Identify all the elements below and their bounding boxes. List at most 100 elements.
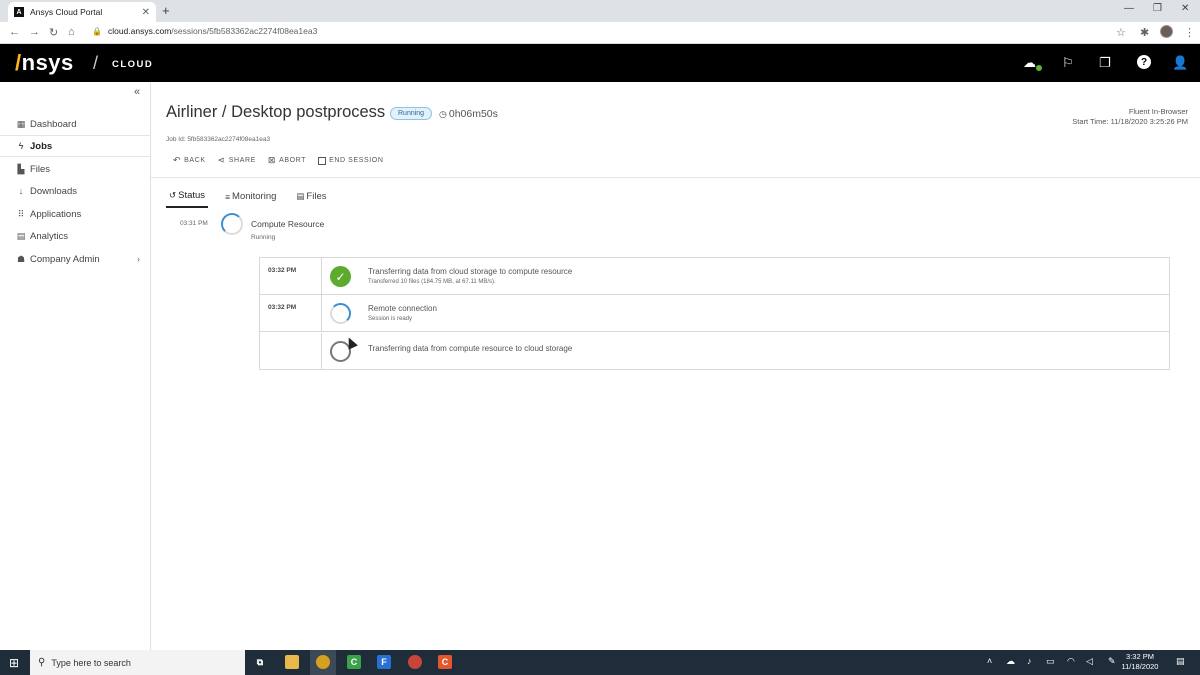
- home-icon[interactable]: ⌂: [68, 26, 75, 38]
- new-tab-button[interactable]: +: [162, 3, 170, 18]
- back-arrow-icon[interactable]: ←: [9, 26, 20, 38]
- taskbar-clock[interactable]: 3:32 PM 11/18/2020: [1120, 652, 1160, 672]
- substep-detail: Transferred 10 files (184.75 MB, at 67.1…: [368, 279, 496, 285]
- spinner-icon: [221, 213, 243, 235]
- clock-date: 11/18/2020: [1121, 662, 1159, 671]
- profile-avatar[interactable]: [1160, 25, 1173, 38]
- substep-title: Transferring data from compute resource …: [368, 344, 573, 353]
- job-id: Job Id: 5fb583362ac2274f08ea1ea3: [166, 136, 271, 143]
- share-button[interactable]: ⋖ SHARE: [218, 155, 256, 166]
- browser-tab[interactable]: A Ansys Cloud Portal ✕: [8, 2, 156, 22]
- substep-table: 03:32 PM ✓ Transferring data from cloud …: [259, 257, 1170, 370]
- product-name: CLOUD: [112, 59, 154, 70]
- url-field[interactable]: 🔒 cloud.ansys.com/sessions/5fb583362ac22…: [92, 26, 317, 36]
- spinner-icon: [330, 303, 351, 324]
- user-icon[interactable]: 👤: [1172, 55, 1188, 71]
- page-title: Airliner / Desktop postprocess: [166, 103, 386, 121]
- start-time: Start Time: 11/18/2020 3:25:26 PM: [1072, 117, 1188, 126]
- substep-row: 03:32 PM ✓ Transferring data from cloud …: [260, 258, 1169, 295]
- fluent-icon[interactable]: F: [377, 655, 391, 669]
- reload-icon[interactable]: ↻: [49, 26, 58, 39]
- download-icon: ↓: [18, 186, 24, 196]
- sidebar: « ▦ Dashboard ϟ Jobs ▙ Files ↓ Downloads…: [0, 82, 151, 650]
- forward-arrow-icon[interactable]: →: [29, 26, 40, 38]
- tab-monitoring[interactable]: ≡ Monitoring: [222, 190, 279, 208]
- notifications-icon[interactable]: ▤: [1176, 656, 1185, 667]
- sidebar-item-downloads[interactable]: ↓ Downloads: [0, 180, 150, 202]
- tab-files[interactable]: ▤ Files: [293, 190, 329, 208]
- sidebar-item-label: Files: [30, 163, 51, 175]
- step-name: Compute Resource: [251, 219, 325, 229]
- stop-icon: [318, 156, 327, 165]
- flag-icon[interactable]: ⚐: [1062, 55, 1074, 71]
- cloud-status-icon[interactable]: ☁: [1023, 55, 1036, 71]
- star-icon[interactable]: ☆: [1116, 26, 1126, 39]
- dashboard-icon: ▦: [16, 118, 26, 129]
- sidebar-item-dashboard[interactable]: ▦ Dashboard: [0, 113, 150, 135]
- main-content: Airliner / Desktop postprocess Running ◷…: [151, 82, 1200, 650]
- app-header: /nsys / CLOUD ☁ ⚐ ❐ ? 👤: [0, 44, 1200, 82]
- divider: [151, 177, 1200, 178]
- bolt-icon: ϟ: [18, 141, 24, 151]
- task-view-icon[interactable]: ⧉: [253, 655, 267, 669]
- substep-row: Transferring data from compute resource …: [260, 333, 1169, 370]
- microphone-icon[interactable]: ♪: [1027, 656, 1032, 666]
- abort-button[interactable]: ⊠ ABORT: [268, 155, 306, 166]
- chrome-icon[interactable]: [316, 655, 330, 669]
- taskbar: ⊞ ⚲ Type here to search ⧉ C F C ˄ ☁ ♪ ▭ …: [0, 650, 1200, 675]
- elapsed-time: ◷ 0h06m50s: [439, 108, 498, 120]
- action-bar: ↶ BACK ⋖ SHARE ⊠ ABORT END SESSION: [173, 155, 396, 166]
- camtasia-icon[interactable]: C: [347, 655, 361, 669]
- tab-status[interactable]: ↺ Status: [166, 190, 209, 208]
- recorder-icon[interactable]: C: [438, 655, 452, 669]
- minimize-icon[interactable]: —: [1124, 3, 1134, 14]
- search-placeholder: Type here to search: [51, 657, 131, 668]
- sidebar-item-jobs[interactable]: ϟ Jobs: [0, 135, 150, 157]
- file-explorer-icon[interactable]: [285, 655, 299, 669]
- back-button[interactable]: ↶ BACK: [173, 155, 206, 166]
- substep-detail: Session is ready: [368, 316, 413, 322]
- search-icon: ⚲: [38, 657, 46, 668]
- substep-time: 03:32 PM: [260, 258, 322, 295]
- job-tabs: ↺ Status ≡ Monitoring ▤ Files: [166, 190, 343, 208]
- end-session-button[interactable]: END SESSION: [318, 155, 383, 166]
- grid-icon: ⠿: [17, 208, 25, 219]
- volume-icon[interactable]: ◁: [1086, 656, 1093, 667]
- wifi-icon[interactable]: ◠: [1067, 656, 1075, 667]
- restore-icon[interactable]: ❐: [1153, 3, 1162, 14]
- substep-time: 03:32 PM: [260, 295, 322, 332]
- sidebar-item-label: Analytics: [30, 230, 69, 242]
- address-bar: ← → ↻ ⌂ 🔒 cloud.ansys.com/sessions/5fb58…: [0, 22, 1200, 44]
- list-icon: ≡: [225, 191, 231, 202]
- status-badge: Running: [390, 107, 433, 120]
- extensions-icon[interactable]: ✱: [1140, 26, 1149, 39]
- collapse-sidebar-icon[interactable]: «: [134, 86, 140, 98]
- sidebar-item-analytics[interactable]: ▤ Analytics: [0, 225, 150, 247]
- ansys-logo[interactable]: /nsys: [15, 50, 74, 76]
- sidebar-item-label: Downloads: [30, 185, 77, 197]
- sidebar-item-company-admin[interactable]: ☗ Company Admin ›: [0, 248, 150, 270]
- app-icon[interactable]: [408, 655, 422, 669]
- elapsed-value: 0h06m50s: [448, 108, 498, 120]
- menu-icon[interactable]: ⋮: [1184, 26, 1195, 39]
- battery-icon[interactable]: ▭: [1046, 656, 1055, 667]
- taskbar-search[interactable]: ⚲ Type here to search: [30, 650, 245, 675]
- chat-icon[interactable]: ❐: [1099, 55, 1111, 71]
- sidebar-item-label: Company Admin: [30, 253, 100, 265]
- step-state: Running: [251, 234, 276, 241]
- windows-start-icon[interactable]: ⊞: [9, 656, 19, 670]
- sidebar-item-files[interactable]: ▙ Files: [0, 158, 150, 180]
- cloud-status-dot: [1036, 65, 1042, 71]
- tray-app-icon[interactable]: ☁: [1006, 656, 1015, 667]
- help-icon[interactable]: ?: [1137, 55, 1151, 69]
- sidebar-item-applications[interactable]: ⠿ Applications: [0, 203, 150, 225]
- history-icon: ↺: [169, 190, 177, 200]
- chevron-right-icon: ›: [137, 254, 140, 264]
- close-window-icon[interactable]: ✕: [1181, 3, 1189, 14]
- close-tab-icon[interactable]: ✕: [142, 7, 150, 18]
- substep-title: Transferring data from cloud storage to …: [368, 267, 573, 276]
- tray-expand-icon[interactable]: ˄: [987, 656, 992, 666]
- logo-separator: /: [93, 53, 99, 73]
- pen-icon[interactable]: ✎: [1108, 656, 1116, 667]
- clock-icon: ◷: [439, 108, 447, 119]
